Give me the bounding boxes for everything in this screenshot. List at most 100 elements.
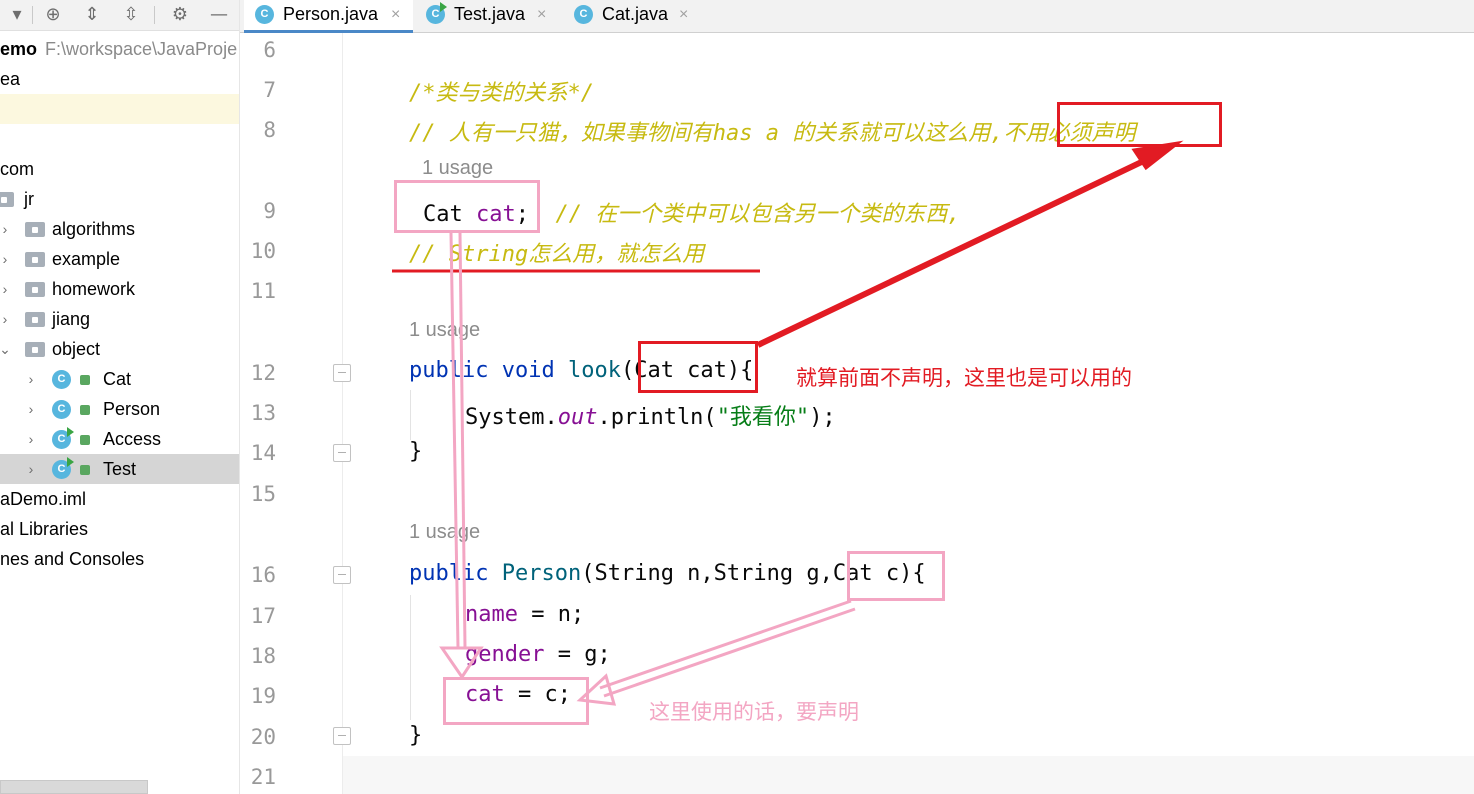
code-line-17[interactable]: name = n; [465, 602, 584, 627]
collapse-all-icon[interactable]: ⇳ [120, 4, 142, 26]
tree-item-project-root[interactable]: emo F:\workspace\JavaProje [0, 34, 239, 64]
line-number: 9 [263, 199, 276, 223]
chevron-right-icon[interactable]: › [24, 394, 38, 424]
chevron-right-icon[interactable]: › [0, 214, 12, 244]
editor-tab-bar: C Person.java × C Test.java × C Cat.java… [240, 0, 1474, 33]
line-number: 21 [250, 765, 276, 789]
code-line-10[interactable]: // String怎么用，就怎么用 [409, 236, 704, 268]
toolbar-divider [154, 6, 155, 24]
project-root-path: F:\workspace\JavaProje [45, 39, 238, 59]
folder-icon [25, 222, 45, 237]
code-token-comment: // 在一个类中可以包含另一个类的东西, [555, 202, 961, 227]
tree-item-com[interactable]: com [0, 154, 239, 184]
run-marker-icon [67, 457, 74, 467]
annotation-arrow-pink-line [599, 599, 852, 690]
tree-item-object[interactable]: ⌄ object [0, 334, 239, 364]
close-icon[interactable]: × [537, 0, 546, 29]
chevron-down-icon[interactable]: ▾ [6, 4, 28, 26]
chevron-right-icon[interactable]: › [24, 364, 38, 394]
code-line-13[interactable]: System.out.println("我看你"); [465, 399, 836, 431]
folder-icon [25, 312, 45, 327]
tree-item-label: homework [52, 279, 136, 299]
tree-item-highlighted[interactable] [0, 94, 239, 124]
close-icon[interactable]: × [391, 0, 400, 29]
fold-icon[interactable] [333, 566, 351, 584]
tab-label: Cat.java [602, 4, 669, 24]
expand-all-icon[interactable]: ⇕ [81, 4, 103, 26]
fold-icon[interactable] [333, 364, 351, 382]
tab-test-java[interactable]: C Test.java × [416, 0, 566, 33]
tree-item-label: jiang [52, 309, 91, 329]
chevron-right-icon[interactable]: › [24, 454, 38, 484]
folder-icon [0, 192, 14, 207]
tree-item-jr[interactable]: jr [0, 184, 239, 214]
code-token-rest: = g; [544, 642, 611, 667]
tree-item-label: Person [103, 399, 161, 419]
indent-guide [410, 390, 411, 440]
tree-item-cat[interactable]: › C Cat [0, 364, 239, 394]
tree-item-test[interactable]: › C Test [0, 454, 239, 484]
tree-item-jiang[interactable]: › jiang [0, 304, 239, 334]
annotation-box-pink-param [847, 551, 945, 601]
tree-item-algorithms[interactable]: › algorithms [0, 214, 239, 244]
tree-item-external-libraries[interactable]: al Libraries [0, 514, 239, 544]
tree-item-scratches[interactable]: nes and Consoles [0, 544, 239, 574]
folder-icon [25, 282, 45, 297]
class-icon: C [52, 400, 71, 419]
editor-gutter: 6 7 8 9 10 11 12 13 14 15 16 17 18 19 20… [240, 33, 351, 794]
code-token-keyword: public [409, 358, 489, 383]
chevron-right-icon[interactable]: › [0, 274, 12, 304]
locate-icon[interactable]: ⊕ [42, 4, 64, 26]
tab-cat-java[interactable]: C Cat.java × [566, 0, 706, 33]
tree-item-label: com [0, 159, 35, 179]
fold-icon[interactable] [333, 444, 351, 462]
folder-icon [25, 252, 45, 267]
code-token-punct: ); [809, 405, 836, 430]
tree-item-label: algorithms [52, 219, 136, 239]
tree-item-homework[interactable]: › homework [0, 274, 239, 304]
tree-item-iml[interactable]: aDemo.iml [0, 484, 239, 514]
horizontal-scrollbar[interactable] [0, 780, 148, 794]
annotation-box-pink-field [394, 180, 540, 233]
line-number: 7 [263, 78, 276, 102]
code-line-7[interactable]: /*类与类的关系*/ [409, 75, 594, 107]
close-icon[interactable]: × [679, 0, 688, 29]
lock-icon [80, 375, 90, 385]
line-number: 20 [250, 725, 276, 749]
code-token-static-field: out [557, 405, 598, 430]
code-token-field: name [465, 602, 518, 627]
tree-item-access[interactable]: › C Access [0, 424, 239, 454]
folder-icon [25, 342, 45, 357]
code-line-14[interactable]: } [409, 439, 422, 464]
run-marker-icon [440, 2, 447, 12]
chevron-down-icon[interactable]: ⌄ [0, 334, 12, 364]
annotation-box-pink-assign [443, 677, 589, 725]
tab-person-java[interactable]: C Person.java × [244, 0, 413, 33]
chevron-right-icon[interactable]: › [24, 424, 38, 454]
code-line-8[interactable]: // 人有一只猫，如果事物间有has a 的关系就可以这么用,不用必须声明 [409, 115, 1135, 147]
usage-hint[interactable]: 1 usage [409, 319, 480, 342]
editor-bottom-strip [343, 756, 1474, 794]
line-number: 10 [250, 239, 276, 263]
gear-icon[interactable]: ⚙ [169, 4, 191, 26]
code-token-method: look [567, 358, 621, 383]
tree-item-idea[interactable]: ea [0, 64, 239, 94]
chevron-right-icon[interactable]: › [0, 244, 12, 274]
class-icon: C [255, 5, 274, 24]
code-token-constructor: Person [501, 561, 582, 586]
chevron-right-icon[interactable]: › [0, 304, 12, 334]
fold-icon[interactable] [333, 727, 351, 745]
code-line-18[interactable]: gender = g; [465, 642, 611, 667]
tree-item-label: object [52, 339, 101, 359]
line-number: 11 [250, 279, 276, 303]
minimize-icon[interactable]: — [208, 4, 230, 26]
lock-icon [80, 405, 90, 415]
code-line-20[interactable]: } [409, 723, 422, 748]
line-number: 14 [250, 441, 276, 465]
tree-item-label: al Libraries [0, 519, 89, 539]
usage-hint[interactable]: 1 usage [409, 521, 480, 544]
tree-item-example[interactable]: › example [0, 244, 239, 274]
tree-item-person[interactable]: › C Person [0, 394, 239, 424]
line-number: 17 [250, 604, 276, 628]
usage-hint[interactable]: 1 usage [422, 157, 493, 180]
